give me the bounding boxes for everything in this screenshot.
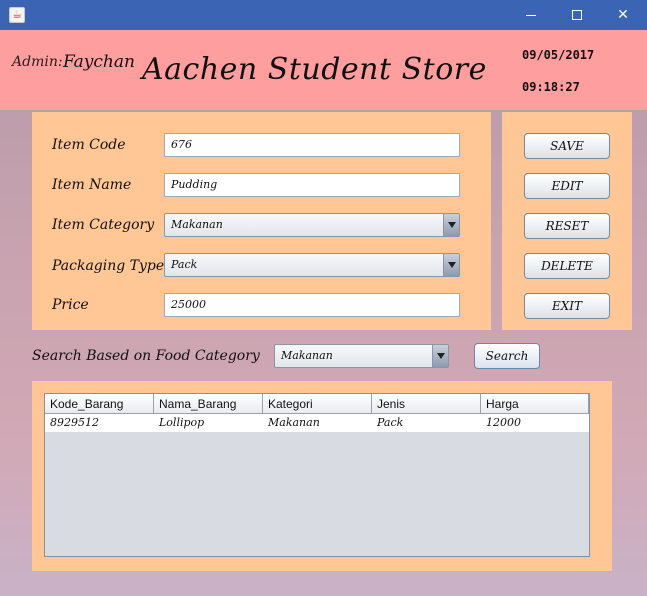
column-header-kode-barang[interactable]: Kode_Barang	[45, 394, 154, 414]
minimize-icon	[526, 15, 536, 16]
admin-name: Faychan	[63, 52, 135, 72]
packaging-type-select[interactable]: Pack	[164, 253, 460, 277]
exit-button[interactable]: EXIT	[524, 293, 610, 319]
items-table[interactable]: Kode_Barang Nama_Barang Kategori Jenis H…	[44, 393, 590, 557]
reset-button[interactable]: RESET	[524, 213, 610, 239]
current-time: 09:18:27	[522, 80, 580, 94]
item-category-label: Item Category	[52, 217, 155, 233]
admin-label: Admin:	[12, 54, 63, 70]
delete-button[interactable]: DELETE	[524, 253, 610, 279]
chevron-down-icon[interactable]	[443, 214, 459, 236]
search-label: Search Based on Food Category	[32, 348, 260, 364]
maximize-icon	[572, 10, 582, 20]
search-category-value: Makanan	[281, 349, 333, 362]
edit-button[interactable]: EDIT	[524, 173, 610, 199]
table-cell: 12000	[486, 416, 521, 429]
packaging-type-label: Packaging Type	[52, 258, 165, 274]
java-icon: ☕	[9, 7, 25, 23]
column-header-harga[interactable]: Harga	[481, 394, 589, 414]
price-field[interactable]: 25000	[164, 293, 460, 317]
close-icon: ✕	[617, 7, 629, 23]
table-cell: 8929512	[50, 416, 99, 429]
window-title-bar: ☕ ✕	[0, 0, 647, 30]
table-cell: Lollipop	[159, 416, 205, 429]
item-form-panel: Item Code 676 Item Name Pudding Item Cat…	[32, 112, 491, 330]
item-code-label: Item Code	[52, 137, 126, 153]
table-header: Kode_Barang Nama_Barang Kategori Jenis H…	[45, 394, 589, 414]
table-panel: Kode_Barang Nama_Barang Kategori Jenis H…	[32, 381, 612, 571]
search-button[interactable]: Search	[474, 343, 540, 369]
close-button[interactable]: ✕	[600, 0, 646, 30]
maximize-button[interactable]	[554, 0, 600, 30]
table-cell: Makanan	[268, 416, 320, 429]
save-button[interactable]: SAVE	[524, 133, 610, 159]
action-button-panel: SAVE EDIT RESET DELETE EXIT	[502, 112, 632, 330]
store-title: Aachen Student Store	[142, 52, 487, 87]
table-row[interactable]: 8929512 Lollipop Makanan Pack 12000	[45, 414, 589, 432]
price-label: Price	[52, 297, 89, 313]
item-category-value: Makanan	[171, 218, 223, 231]
search-category-select[interactable]: Makanan	[274, 344, 449, 368]
chevron-down-icon[interactable]	[443, 254, 459, 276]
column-header-jenis[interactable]: Jenis	[372, 394, 481, 414]
column-header-kategori[interactable]: Kategori	[263, 394, 372, 414]
packaging-type-value: Pack	[171, 258, 198, 271]
minimize-button[interactable]	[508, 0, 554, 30]
item-code-field[interactable]: 676	[164, 133, 460, 157]
item-category-select[interactable]: Makanan	[164, 213, 460, 237]
column-header-nama-barang[interactable]: Nama_Barang	[154, 394, 263, 414]
current-date: 09/05/2017	[522, 48, 595, 62]
item-name-label: Item Name	[52, 177, 132, 193]
item-name-field[interactable]: Pudding	[164, 173, 460, 197]
table-cell: Pack	[377, 416, 404, 429]
store-header: Admin: Faychan Aachen Student Store 09/0…	[0, 30, 647, 110]
chevron-down-icon[interactable]	[432, 345, 448, 367]
